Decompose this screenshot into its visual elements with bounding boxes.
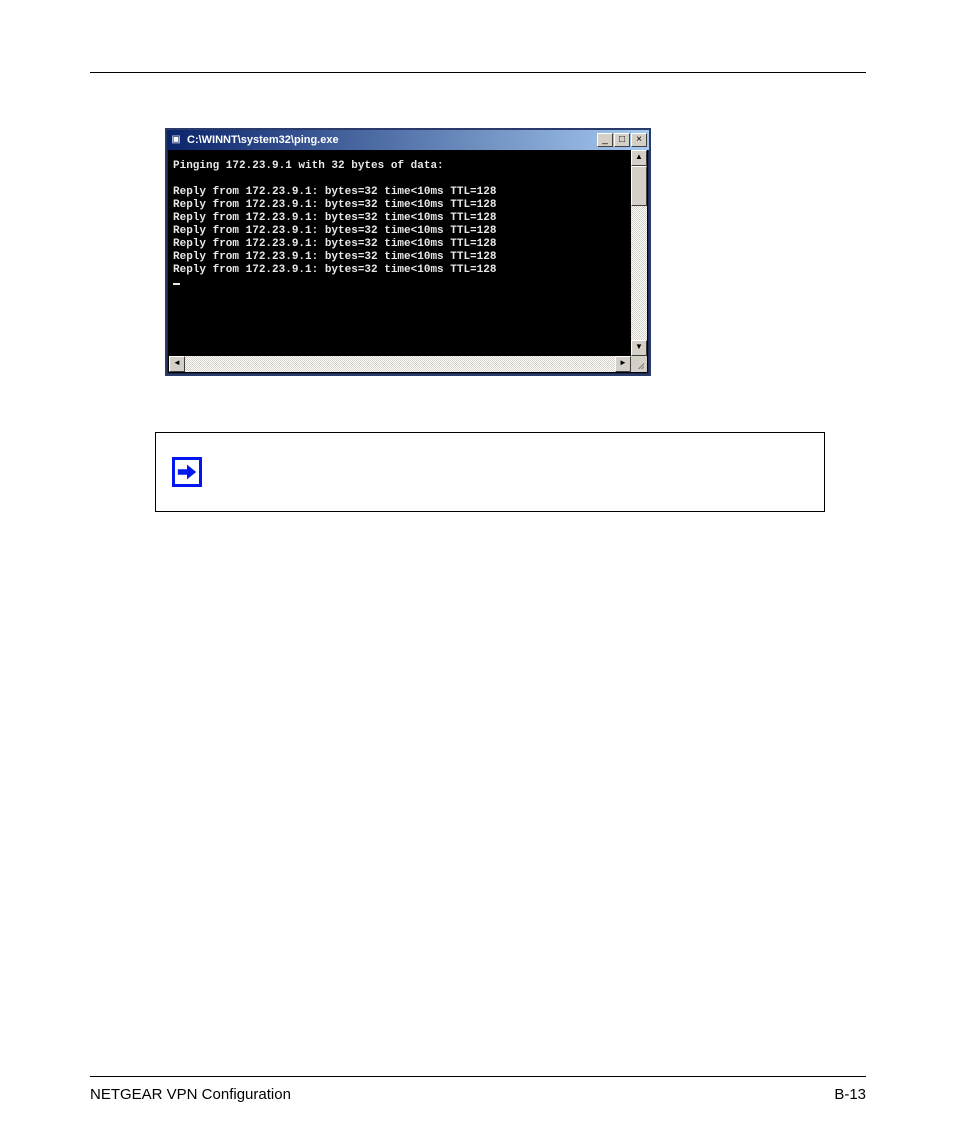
- console-line: Reply from 172.23.9.1: bytes=32 time<10m…: [173, 225, 496, 237]
- footer-page-number: B-13: [834, 1086, 866, 1103]
- resize-grip-icon[interactable]: [631, 356, 647, 372]
- page: ▣ C:\WINNT\system32\ping.exe _ □ × Pingi…: [90, 0, 866, 1145]
- close-button[interactable]: ×: [631, 133, 647, 147]
- minimize-button[interactable]: _: [597, 133, 613, 147]
- cmd-icon: ▣: [169, 133, 183, 147]
- note-icon-cell: [156, 433, 218, 511]
- scroll-right-icon[interactable]: ►: [615, 356, 631, 372]
- console-line: Reply from 172.23.9.1: bytes=32 time<10m…: [173, 212, 496, 224]
- console-line: Reply from 172.23.9.1: bytes=32 time<10m…: [173, 251, 496, 263]
- note-box: [155, 432, 825, 512]
- maximize-button[interactable]: □: [614, 133, 630, 147]
- note-text: [218, 433, 824, 511]
- page-footer: NETGEAR VPN Configuration B-13: [90, 1086, 866, 1103]
- scroll-up-icon[interactable]: ▲: [631, 150, 647, 166]
- console-line: Reply from 172.23.9.1: bytes=32 time<10m…: [173, 186, 496, 198]
- console-line: Pinging 172.23.9.1 with 32 bytes of data…: [173, 160, 444, 172]
- scroll-track-vertical[interactable]: [631, 166, 647, 340]
- console-window: ▣ C:\WINNT\system32\ping.exe _ □ × Pingi…: [165, 128, 651, 376]
- console-cursor: [173, 283, 180, 285]
- top-horizontal-rule: [90, 72, 866, 73]
- console-titlebar[interactable]: ▣ C:\WINNT\system32\ping.exe _ □ ×: [167, 130, 649, 150]
- console-output: Pinging 172.23.9.1 with 32 bytes of data…: [169, 150, 631, 356]
- scroll-left-icon[interactable]: ◄: [169, 356, 185, 372]
- console-line: Reply from 172.23.9.1: bytes=32 time<10m…: [173, 199, 496, 211]
- arrow-right-icon: [172, 457, 202, 487]
- console-line: Reply from 172.23.9.1: bytes=32 time<10m…: [173, 264, 496, 276]
- vertical-scrollbar[interactable]: ▲ ▼: [631, 150, 647, 356]
- scroll-down-icon[interactable]: ▼: [631, 340, 647, 356]
- console-line: Reply from 172.23.9.1: bytes=32 time<10m…: [173, 238, 496, 250]
- footer-title: NETGEAR VPN Configuration: [90, 1086, 291, 1103]
- horizontal-scrollbar[interactable]: ◄ ►: [169, 356, 631, 372]
- console-title: C:\WINNT\system32\ping.exe: [187, 134, 597, 146]
- scroll-thumb-vertical[interactable]: [631, 166, 647, 206]
- scroll-track-horizontal[interactable]: [185, 356, 615, 372]
- bottom-horizontal-rule: [90, 1076, 866, 1077]
